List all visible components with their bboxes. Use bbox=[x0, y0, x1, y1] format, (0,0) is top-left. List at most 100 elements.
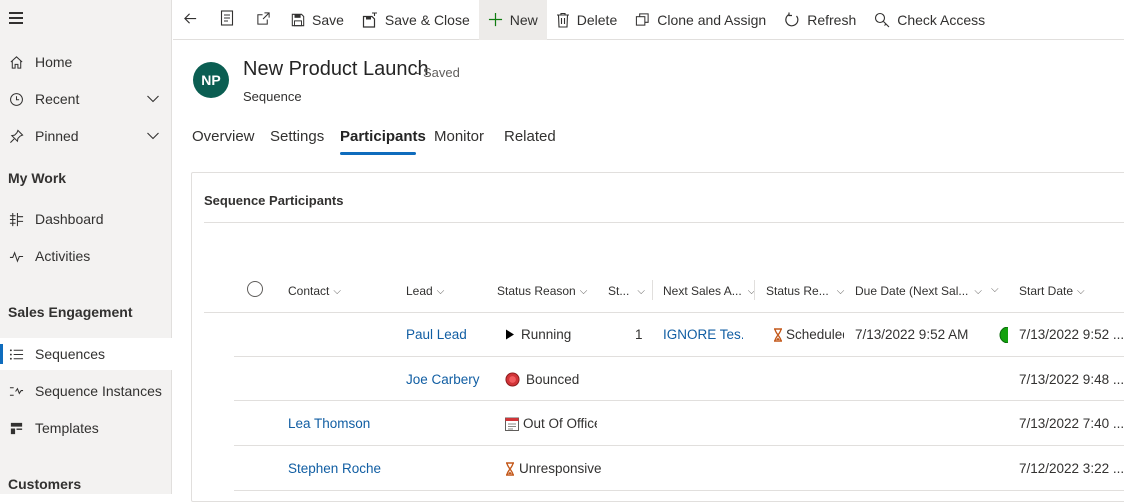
tab-monitor[interactable]: Monitor bbox=[434, 128, 484, 145]
record-view-button[interactable] bbox=[209, 0, 245, 40]
record-title: New Product Launch bbox=[243, 58, 429, 80]
tab-related[interactable]: Related bbox=[504, 128, 556, 145]
column-header-due-date[interactable]: Due Date (Next Sal... ⌵ bbox=[855, 284, 982, 298]
select-all-radio[interactable] bbox=[247, 281, 263, 297]
sidebar-group-sales-engagement: Sales Engagement bbox=[8, 304, 133, 320]
column-header-progress[interactable]: ⌵ bbox=[991, 284, 999, 295]
hourglass-icon bbox=[773, 327, 783, 342]
delete-button[interactable]: Delete bbox=[547, 0, 626, 40]
sidebar-item-sequence-instances[interactable]: Sequence Instances bbox=[0, 375, 172, 407]
sitemap-sidebar: Home Recent Pinned My Work Dashboard Act… bbox=[0, 0, 172, 494]
sequence-instance-icon bbox=[8, 384, 24, 399]
chevron-down-icon: ⌵ bbox=[579, 285, 588, 297]
trash-icon bbox=[556, 12, 570, 28]
sidebar-item-templates[interactable]: Templates bbox=[0, 412, 172, 444]
status-reason-cell: Out Of Office bbox=[505, 416, 597, 431]
chevron-down-icon: ⌵ bbox=[436, 285, 445, 297]
sidebar-item-dashboard[interactable]: Dashboard bbox=[0, 203, 172, 235]
new-button[interactable]: New bbox=[478, 0, 547, 40]
row-divider bbox=[234, 445, 1124, 446]
chevron-down-icon: ⌵ bbox=[1077, 285, 1085, 297]
contact-link[interactable]: Lea Thomson bbox=[288, 416, 370, 431]
sidebar-item-pinned[interactable]: Pinned bbox=[0, 120, 172, 152]
clone-and-assign-button[interactable]: Clone and Assign bbox=[626, 0, 775, 40]
column-separator[interactable] bbox=[652, 280, 653, 300]
pin-icon bbox=[8, 128, 24, 144]
start-date-cell: 7/13/2022 9:52 ... bbox=[1019, 327, 1124, 342]
open-new-window-button[interactable] bbox=[245, 0, 282, 40]
tab-participants[interactable]: Participants bbox=[340, 128, 426, 145]
lead-link[interactable]: Paul Lead bbox=[406, 327, 467, 342]
status-reason-cell: Running bbox=[505, 327, 571, 342]
chevron-down-icon[interactable] bbox=[146, 92, 160, 109]
sidebar-item-label: Activities bbox=[35, 248, 91, 264]
sidebar-item-label: Sequence Instances bbox=[35, 383, 162, 399]
sidebar-item-label: Home bbox=[35, 54, 73, 70]
tab-settings[interactable]: Settings bbox=[270, 128, 324, 145]
lead-link[interactable]: Joe Carbery bbox=[406, 372, 480, 387]
chevron-down-icon: ⌵ bbox=[991, 284, 999, 295]
record-entity-type: Sequence bbox=[243, 89, 302, 104]
row-divider bbox=[234, 490, 1124, 491]
sidebar-item-home[interactable]: Home bbox=[0, 46, 172, 78]
row-divider bbox=[234, 400, 1124, 401]
check-access-button[interactable]: Check Access bbox=[865, 0, 994, 40]
next-sales-activity-link[interactable]: IGNORE Tes... bbox=[663, 327, 743, 342]
clock-icon bbox=[8, 92, 24, 107]
sidebar-item-label: Templates bbox=[35, 420, 99, 436]
dashboard-icon bbox=[8, 212, 24, 227]
refresh-button[interactable]: Refresh bbox=[775, 0, 865, 40]
contact-link[interactable]: Stephen Roche bbox=[288, 461, 381, 476]
save-and-close-button[interactable]: Save & Close bbox=[353, 0, 479, 40]
sidebar-item-sequences[interactable]: Sequences bbox=[0, 338, 172, 370]
sidebar-group-my-work: My Work bbox=[8, 170, 67, 186]
save-button[interactable]: Save bbox=[282, 0, 353, 40]
progress-status-icon bbox=[996, 327, 1008, 343]
save-close-icon bbox=[362, 11, 378, 28]
start-date-cell: 7/12/2022 3:22 ... bbox=[1019, 461, 1124, 476]
chevron-down-icon: ⌵ bbox=[637, 285, 645, 297]
column-header-contact[interactable]: Contact ⌵ bbox=[288, 284, 341, 298]
grid-header-divider bbox=[204, 312, 1124, 313]
column-separator[interactable] bbox=[754, 280, 755, 300]
save-status: - Saved bbox=[415, 65, 460, 80]
active-tab-indicator bbox=[340, 152, 416, 155]
play-icon bbox=[505, 329, 515, 340]
start-date-cell: 7/13/2022 9:48 ... bbox=[1019, 372, 1124, 387]
column-header-status-reason-2[interactable]: Status Re... ⌵ bbox=[766, 284, 844, 298]
chevron-down-icon: ⌵ bbox=[974, 285, 982, 297]
key-search-icon bbox=[874, 12, 890, 28]
section-title: Sequence Participants bbox=[204, 193, 344, 208]
status-reason-cell: Bounced bbox=[505, 372, 579, 387]
sidebar-item-recent[interactable]: Recent bbox=[0, 83, 172, 115]
chevron-down-icon: ⌵ bbox=[836, 285, 845, 297]
template-icon bbox=[8, 421, 24, 436]
sidebar-item-label: Sequences bbox=[35, 346, 106, 362]
hamburger-menu-icon[interactable] bbox=[9, 12, 23, 27]
list-icon bbox=[8, 347, 24, 362]
bounced-icon bbox=[505, 372, 520, 387]
hourglass-icon bbox=[505, 461, 515, 476]
save-icon bbox=[291, 13, 305, 27]
plus-icon bbox=[488, 12, 503, 27]
chevron-down-icon[interactable] bbox=[146, 129, 160, 146]
status-reason-cell: Unresponsive bbox=[505, 461, 602, 476]
column-header-status-reason[interactable]: Status Reason ⌵ bbox=[497, 284, 587, 298]
tab-overview[interactable]: Overview bbox=[192, 128, 255, 145]
step-cell: 1 bbox=[635, 327, 643, 342]
column-header-next-sales-activity[interactable]: Next Sales A... ⌵ bbox=[663, 284, 755, 298]
chevron-down-icon: ⌵ bbox=[333, 285, 341, 297]
back-button[interactable] bbox=[173, 0, 209, 40]
sidebar-group-customers: Customers bbox=[8, 476, 82, 492]
out-of-office-icon bbox=[505, 417, 519, 431]
sidebar-item-activities[interactable]: Activities bbox=[0, 240, 172, 272]
column-header-start-date[interactable]: Start Date ⌵ bbox=[1019, 284, 1085, 298]
column-header-lead[interactable]: Lead ⌵ bbox=[406, 284, 444, 298]
clone-icon bbox=[635, 12, 650, 27]
activity-pulse-icon bbox=[8, 249, 24, 264]
open-in-new-window-icon bbox=[256, 11, 271, 29]
column-header-step[interactable]: St... ⌵ bbox=[608, 284, 645, 298]
record-avatar: NP bbox=[193, 62, 229, 98]
home-icon bbox=[8, 55, 24, 70]
command-bar: Save Save & Close New Delete Clone and A… bbox=[173, 0, 1124, 40]
